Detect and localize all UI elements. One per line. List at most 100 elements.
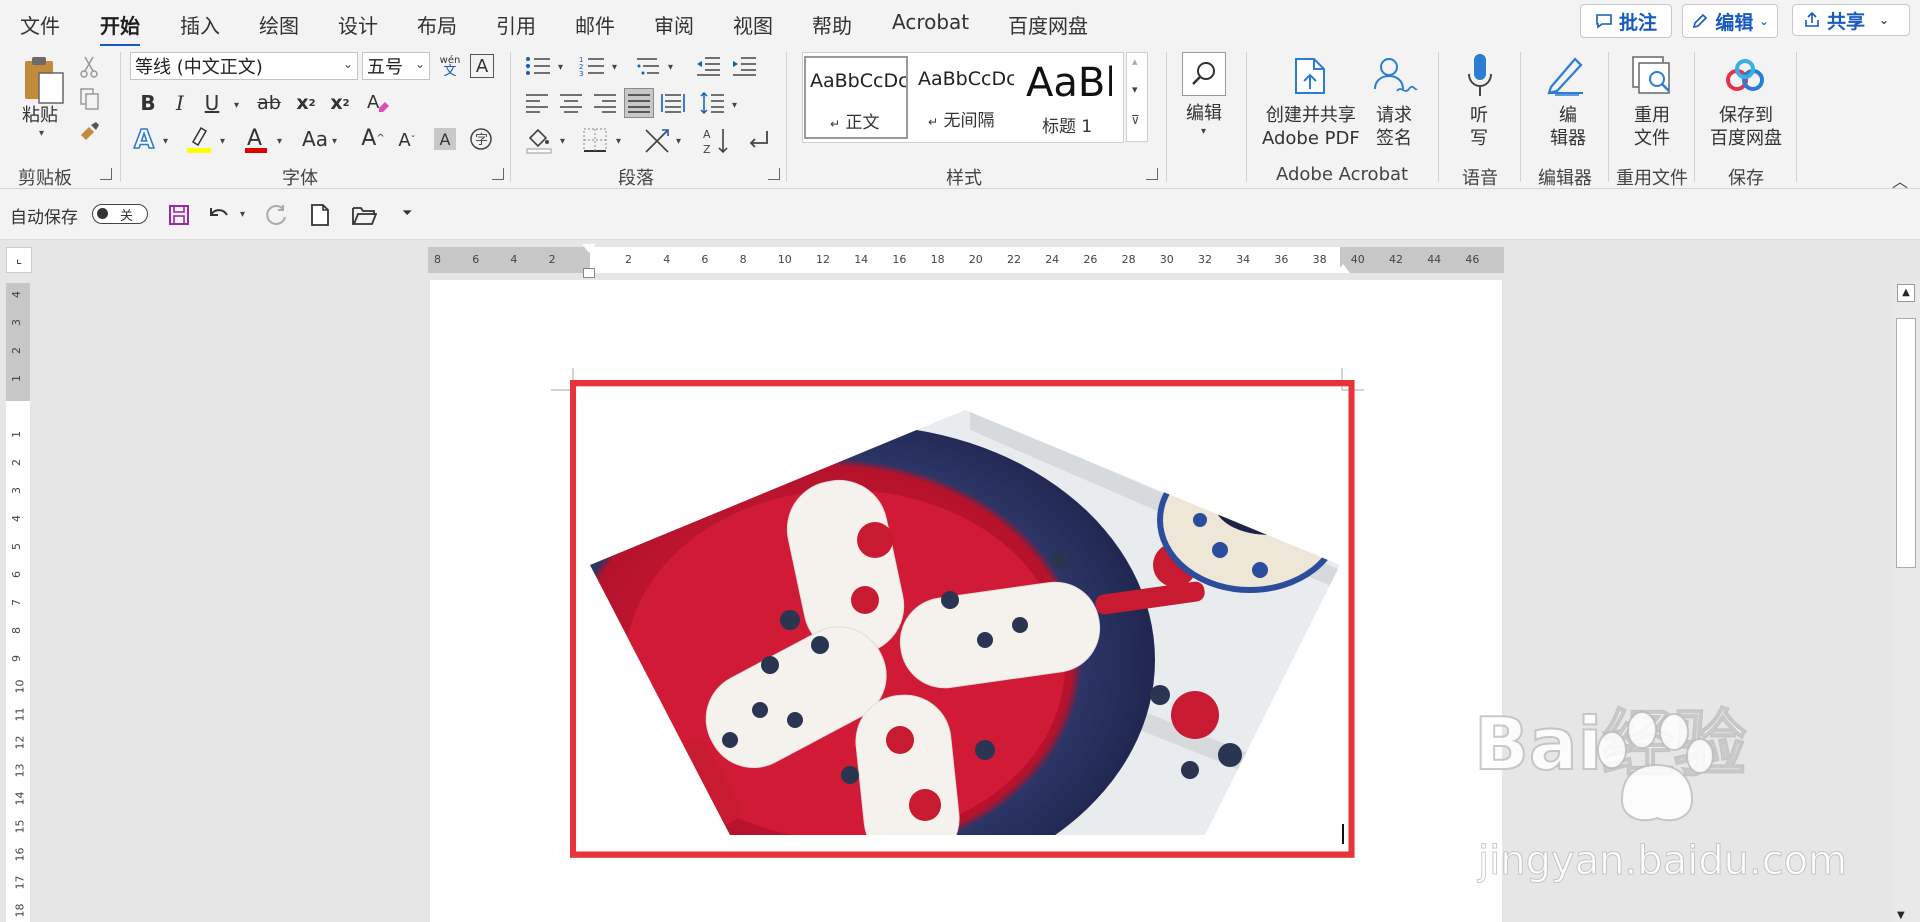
save-button[interactable] (166, 202, 192, 228)
align-right-button[interactable] (592, 90, 618, 116)
editing-button[interactable] (1182, 52, 1226, 96)
paste-button[interactable] (20, 54, 68, 106)
tab-design[interactable]: 设计 (338, 10, 378, 39)
editor-button[interactable] (1544, 52, 1588, 98)
highlight-color-button[interactable] (184, 124, 214, 154)
bullets-button[interactable] (524, 54, 552, 78)
distributed-button[interactable] (660, 90, 686, 116)
clipboard-launcher-icon[interactable] (100, 168, 112, 180)
bold-button[interactable]: B (136, 90, 160, 116)
styles-launcher-icon[interactable] (1146, 168, 1158, 180)
paragraph-launcher-icon[interactable] (768, 168, 780, 180)
multilevel-list-button[interactable] (634, 54, 662, 78)
font-launcher-icon[interactable] (492, 168, 504, 180)
superscript-button[interactable]: x2 (328, 90, 352, 116)
dictate-button[interactable] (1462, 52, 1498, 98)
justify-button[interactable] (624, 88, 654, 118)
copy-button[interactable] (76, 86, 102, 112)
clear-formatting-button[interactable]: A (364, 88, 392, 118)
shading-button[interactable] (524, 126, 554, 154)
font-size-select[interactable]: 五号 ⌄ (362, 52, 430, 80)
tab-draw[interactable]: 绘图 (259, 10, 299, 39)
scroll-thumb[interactable] (1896, 318, 1916, 568)
shrink-font-button[interactable]: Aˇ (394, 126, 420, 154)
chevron-down-icon[interactable]: ▾ (1201, 126, 1206, 137)
enclose-characters-button[interactable]: 字 (468, 126, 494, 152)
chevron-down-icon[interactable]: ▾ (732, 100, 737, 111)
chevron-down-icon[interactable]: ▾ (277, 136, 282, 147)
character-shading-button[interactable]: A (434, 128, 456, 150)
chevron-up-icon[interactable]: ▴ (1132, 55, 1138, 68)
font-color-button[interactable]: A (242, 124, 270, 154)
tab-help[interactable]: 帮助 (812, 10, 852, 39)
tab-baidu-netdisk[interactable]: 百度网盘 (1008, 10, 1088, 39)
character-border-button[interactable]: A (470, 54, 494, 78)
more-styles-icon[interactable]: ⊽ (1131, 113, 1140, 127)
align-center-button[interactable] (558, 90, 584, 116)
document-page[interactable] (430, 280, 1502, 922)
tab-layout[interactable]: 布局 (417, 10, 457, 39)
scroll-up-icon[interactable]: ▲ (1897, 284, 1915, 302)
show-marks-button[interactable] (744, 126, 772, 154)
change-case-button[interactable]: Aa (298, 126, 332, 152)
request-signature-button[interactable] (1372, 54, 1420, 98)
chevron-down-icon[interactable]: ▾ (240, 209, 245, 220)
chevron-down-icon[interactable]: ▾ (558, 62, 563, 73)
chevron-down-icon[interactable]: ▾ (560, 136, 565, 147)
chevron-down-icon[interactable]: ▾ (39, 128, 44, 139)
chevron-down-icon[interactable]: ▾ (234, 100, 239, 111)
sort-button[interactable]: AZ (702, 126, 732, 156)
first-line-indent-marker[interactable] (582, 244, 596, 253)
chevron-down-icon[interactable]: ▾ (612, 62, 617, 73)
tab-references[interactable]: 引用 (496, 10, 536, 39)
tab-home[interactable]: 开始 (100, 10, 140, 47)
right-indent-marker[interactable] (1336, 264, 1350, 273)
borders-button[interactable] (580, 126, 610, 154)
chevron-down-icon[interactable]: ▾ (1132, 83, 1138, 96)
open-button[interactable] (350, 202, 378, 228)
create-pdf-button[interactable] (1290, 54, 1330, 98)
chevron-down-icon[interactable]: ▾ (163, 136, 168, 147)
text-effects-button[interactable]: A (132, 124, 158, 154)
customize-qat-icon[interactable]: ⏷ (402, 206, 412, 221)
chevron-down-icon[interactable]: ▾ (332, 136, 337, 147)
underline-button[interactable]: U (200, 90, 224, 116)
numbering-button[interactable]: 123 (578, 54, 606, 78)
style-heading-1[interactable]: AaBl 标题 1 (1020, 56, 1116, 139)
save-to-baidu-button[interactable] (1722, 56, 1768, 96)
tab-insert[interactable]: 插入 (180, 10, 220, 39)
format-painter-button[interactable] (76, 120, 102, 146)
cut-button[interactable] (76, 54, 102, 80)
chevron-down-icon[interactable]: ▾ (668, 62, 673, 73)
subscript-button[interactable]: x2 (294, 90, 318, 116)
tab-mailings[interactable]: 邮件 (575, 10, 615, 39)
decrease-indent-button[interactable] (694, 54, 722, 78)
tab-acrobat[interactable]: Acrobat (892, 10, 969, 34)
grow-font-button[interactable]: A ^ (360, 124, 386, 152)
vertical-scrollbar[interactable]: ▲ ▼ (1892, 282, 1920, 922)
style-no-spacing[interactable]: AaBbCcDc ↵ 无间隔 (912, 56, 1016, 139)
undo-button[interactable] (206, 202, 232, 228)
chevron-down-icon[interactable]: ▾ (220, 136, 225, 147)
chevron-down-icon[interactable]: ▾ (616, 136, 621, 147)
font-name-select[interactable]: 等线 (中文正文) ⌄ (130, 52, 358, 80)
tab-review[interactable]: 审阅 (654, 10, 694, 39)
autosave-toggle[interactable]: 关 (92, 204, 148, 224)
tab-selector[interactable]: ⌞ (6, 247, 32, 273)
scroll-down-icon[interactable]: ▼ (1897, 910, 1905, 921)
phonetic-guide-button[interactable]: wén 文 (436, 50, 464, 82)
increase-indent-button[interactable] (730, 54, 758, 78)
left-indent-marker[interactable] (583, 268, 595, 278)
style-normal[interactable]: AaBbCcDc ↵ 正文 (804, 56, 908, 139)
italic-button[interactable]: I (168, 90, 192, 116)
edit-mode-button[interactable]: 编辑 ⌄ (1682, 4, 1778, 38)
redo-button[interactable] (264, 202, 290, 228)
comment-button[interactable]: 批注 (1580, 4, 1672, 38)
tab-view[interactable]: 视图 (733, 10, 773, 39)
chevron-down-icon[interactable]: ▾ (676, 136, 681, 147)
chinese-layout-button[interactable] (642, 126, 674, 154)
new-document-button[interactable] (308, 202, 332, 228)
tab-file[interactable]: 文件 (20, 10, 60, 39)
line-spacing-button[interactable] (698, 90, 726, 116)
align-left-button[interactable] (524, 90, 550, 116)
